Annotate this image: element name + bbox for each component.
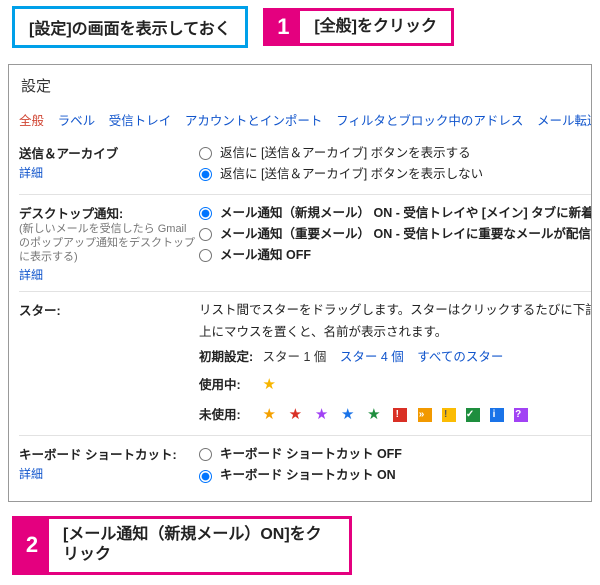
send-archive-opt-hide[interactable]: 返信に [送信＆アーカイブ] ボタンを表示しない [199, 164, 591, 185]
notify-radio-new[interactable] [199, 207, 212, 220]
section-desktop-notify-body: メール通知（新規メール） ON - 受信トレイや [メイン] タブに新着メー メ… [199, 203, 592, 267]
section-desktop-notify: デスクトップ通知: (新しいメールを受信したら Gmail のポップアップ通知を… [19, 194, 591, 288]
star-orange-icon[interactable]: ★ [262, 402, 278, 428]
shortcuts-radio-on[interactable] [199, 470, 212, 483]
star-purple-icon[interactable]: ★ [315, 402, 331, 428]
step-1-number: 1 [266, 11, 300, 44]
section-shortcuts-label: キーボード ショートカット: 詳細 [19, 444, 199, 482]
star-green-icon[interactable]: ★ [367, 402, 383, 428]
preset-1[interactable]: スター 1 個 [262, 350, 326, 364]
instruction-header: [設定]の画面を表示しておく [12, 6, 248, 48]
section-send-archive-body: 返信に [送信＆アーカイブ] ボタンを表示する 返信に [送信＆アーカイブ] ボ… [199, 143, 591, 186]
section-shortcuts-body: キーボード ショートカット OFF キーボード ショートカット ON [199, 444, 591, 487]
preset-4[interactable]: スター 4 個 [340, 350, 404, 364]
settings-tabs: 全般 ラベル 受信トレイ アカウントとインポート フィルタとブロック中のアドレス… [19, 110, 591, 129]
info-blue-icon[interactable]: i [490, 408, 504, 422]
stars-desc2: 上にマウスを置くと、名前が表示されます。 [199, 322, 592, 343]
tab-accounts[interactable]: アカウントとインポート [185, 114, 323, 128]
star-yellow-icon[interactable]: ★ [262, 372, 278, 398]
settings-window: 設定 全般 ラベル 受信トレイ アカウントとインポート フィルタとブロック中のア… [8, 64, 592, 502]
page-title: 設定 [19, 75, 591, 96]
section-stars: スター: リスト間でスターをドラッグします。スターはクリックするたびに下記の 上… [19, 291, 591, 431]
stars-preset-row: 初期設定: スター 1 個 スター 4 個 すべてのスター [199, 347, 592, 368]
send-archive-opt-hide-label: 返信に [送信＆アーカイブ] ボタンを表示しない [220, 164, 483, 185]
stars-unused-label: 未使用: [199, 405, 259, 426]
stars-unused-row: 未使用: ★ ★ ★ ★ ★ ! » ! ✓ i ? [199, 402, 592, 428]
tab-filters[interactable]: フィルタとブロック中のアドレス [336, 114, 523, 128]
desktop-notify-title: デスクトップ通知: [19, 207, 123, 221]
star-blue-icon[interactable]: ★ [341, 402, 357, 428]
step-2-text: [メール通知（新規メール）ON]をクリック [49, 519, 349, 573]
send-archive-opt-show-label: 返信に [送信＆アーカイブ] ボタンを表示する [220, 143, 471, 164]
notify-radio-important[interactable] [199, 228, 212, 241]
exclaim-red-icon[interactable]: ! [393, 408, 407, 422]
shortcuts-opt-off[interactable]: キーボード ショートカット OFF [199, 444, 591, 465]
tab-inbox[interactable]: 受信トレイ [109, 114, 172, 128]
tab-labels[interactable]: ラベル [58, 114, 96, 128]
step-2: 2 [メール通知（新規メール）ON]をクリック [12, 516, 352, 576]
shortcuts-opt-off-label: キーボード ショートカット OFF [220, 447, 402, 461]
step-1-text: [全般]をクリック [300, 11, 451, 44]
section-send-archive-label: 送信＆アーカイブ 詳細 [19, 143, 199, 181]
notify-opt-off[interactable]: メール通知 OFF [199, 245, 592, 266]
send-archive-title: 送信＆アーカイブ [19, 147, 118, 161]
section-stars-label: スター: [19, 300, 199, 319]
send-archive-detail-link[interactable]: 詳細 [19, 164, 43, 181]
notify-opt-important[interactable]: メール通知（重要メール） ON - 受信トレイに重要なメールが配信され [199, 224, 592, 245]
stars-preset-label: 初期設定: [199, 347, 259, 368]
notify-opt-important-label: メール通知（重要メール） ON - 受信トレイに重要なメールが配信され [220, 227, 592, 241]
star-red-icon[interactable]: ★ [289, 402, 305, 428]
shortcuts-detail-link[interactable]: 詳細 [19, 465, 43, 482]
shortcuts-opt-on-label: キーボード ショートカット ON [220, 468, 396, 482]
stars-title: スター: [19, 304, 61, 318]
stars-desc1: リスト間でスターをドラッグします。スターはクリックするたびに下記の [199, 300, 592, 321]
section-shortcuts: キーボード ショートカット: 詳細 キーボード ショートカット OFF キーボー… [19, 435, 591, 491]
notify-opt-off-label: メール通知 OFF [220, 248, 311, 262]
tab-forward[interactable]: メール転送と PO [537, 114, 592, 128]
question-purple-icon[interactable]: ? [514, 408, 528, 422]
step-2-number: 2 [15, 519, 49, 573]
desktop-notify-detail-link[interactable]: 詳細 [19, 266, 43, 283]
stars-unused-list: ★ ★ ★ ★ ★ ! » ! ✓ i ? [262, 406, 528, 423]
arrows-orange-icon[interactable]: » [418, 408, 432, 422]
tab-general[interactable]: 全般 [19, 114, 44, 128]
instruction-header-text: [設定]の画面を表示しておく [29, 21, 231, 38]
send-archive-radio-hide[interactable] [199, 168, 212, 181]
stars-preset-links: スター 1 個 スター 4 個 すべてのスター [262, 350, 513, 364]
notify-opt-new-label: メール通知（新規メール） ON - 受信トレイや [メイン] タブに新着メー [220, 206, 592, 220]
desktop-notify-sub: (新しいメールを受信したら Gmail のポップアップ通知をデスクトップに表示す… [19, 222, 199, 265]
notify-opt-new[interactable]: メール通知（新規メール） ON - 受信トレイや [メイン] タブに新着メー [199, 203, 592, 224]
send-archive-opt-show[interactable]: 返信に [送信＆アーカイブ] ボタンを表示する [199, 143, 591, 164]
exclaim-yellow-icon[interactable]: ! [442, 408, 456, 422]
check-green-icon[interactable]: ✓ [466, 408, 480, 422]
shortcuts-opt-on[interactable]: キーボード ショートカット ON [199, 465, 591, 486]
section-send-archive: 送信＆アーカイブ 詳細 返信に [送信＆アーカイブ] ボタンを表示する 返信に … [19, 137, 591, 190]
shortcuts-radio-off[interactable] [199, 448, 212, 461]
section-stars-body: リスト間でスターをドラッグします。スターはクリックするたびに下記の 上にマウスを… [199, 300, 592, 427]
stars-using-list: ★ [262, 376, 278, 393]
section-desktop-notify-label: デスクトップ通知: (新しいメールを受信したら Gmail のポップアップ通知を… [19, 203, 199, 284]
preset-all[interactable]: すべてのスター [417, 350, 503, 364]
shortcuts-title: キーボード ショートカット: [19, 448, 177, 462]
step-1: 1 [全般]をクリック [263, 8, 454, 47]
notify-radio-off[interactable] [199, 249, 212, 262]
send-archive-radio-show[interactable] [199, 147, 212, 160]
stars-using-label: 使用中: [199, 375, 259, 396]
stars-using-row: 使用中: ★ [199, 372, 592, 398]
